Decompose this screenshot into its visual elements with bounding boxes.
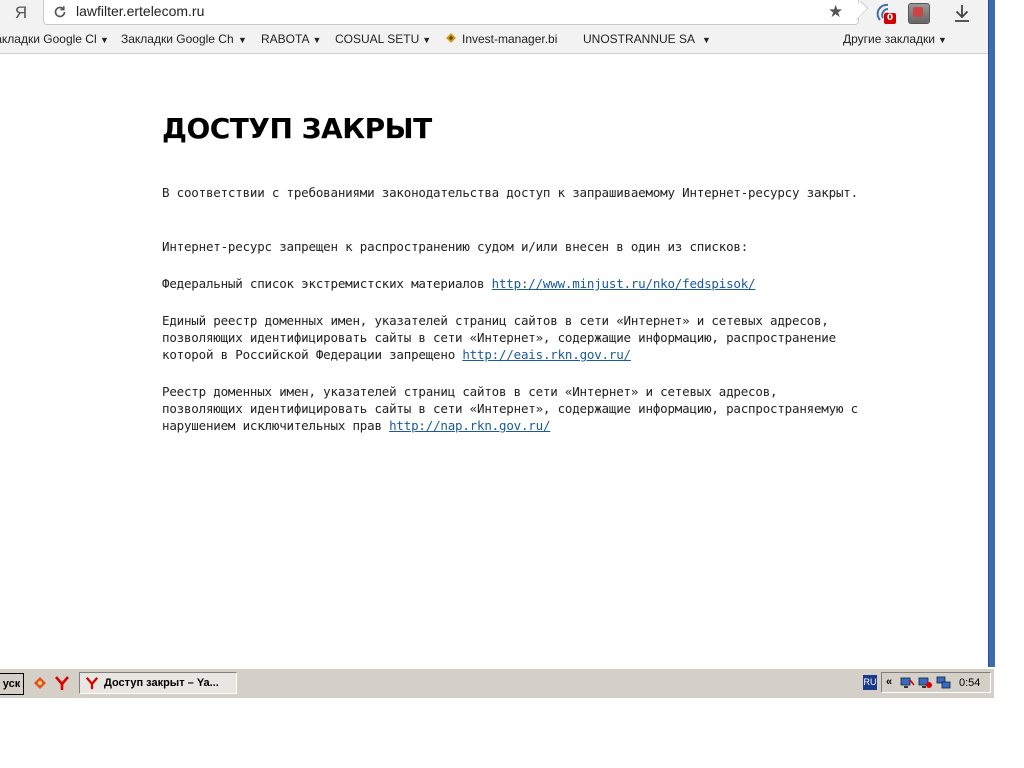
bookmark-star-icon[interactable]: ★ (828, 1, 843, 23)
taskbar: уск Доступ закрыт – Ya... RU « 0:54 (0, 668, 994, 698)
network-icon[interactable] (900, 676, 915, 690)
network-error-icon[interactable] (918, 676, 933, 690)
network-connections-icon[interactable] (936, 676, 951, 690)
bookmark-folder-arrow-1[interactable]: ▼ (235, 32, 247, 46)
browser-toolbar: Я lawfilter.ertelecom.ru ★ 0 Закладки Go… (0, 0, 990, 54)
other-bookmarks[interactable]: Другие закладки ▼ (843, 32, 947, 46)
bookmark-folder[interactable]: RABOTA ▼ (261, 32, 321, 46)
quicklaunch-yandex-browser-icon[interactable] (54, 675, 70, 691)
page-content: ДОСТУП ЗАКРЫТ В соответствии с требовани… (162, 112, 862, 433)
bookmark-folder[interactable]: UNOSTRANNUE SAI (583, 32, 695, 46)
system-tray: RU « 0:54 (861, 672, 992, 694)
clock[interactable]: 0:54 (959, 677, 980, 689)
notification-area: « 0:54 (881, 672, 991, 693)
bookmark-link[interactable]: Invest-manager.bi (445, 32, 568, 46)
address-bar[interactable]: lawfilter.ertelecom.ru ★ (43, 0, 869, 25)
paragraph-lists-intro: Интернет-ресурс запрещен к распространен… (162, 239, 749, 254)
bookmark-favicon-icon (446, 33, 456, 43)
paragraph-domain-registry: Единый реестр доменных имен, указателей … (162, 313, 836, 362)
extension-badge: 0 (884, 13, 896, 24)
link-nap[interactable]: http://nap.rkn.gov.ru/ (389, 418, 550, 433)
quicklaunch-app-icon[interactable] (33, 676, 47, 690)
taskbar-window-label: Доступ закрыт – Ya... (104, 677, 219, 689)
bookmark-folder-arrow-5[interactable]: ▼ (699, 32, 711, 46)
page-title: ДОСТУП ЗАКРЫТ (162, 112, 432, 145)
yandex-logo[interactable]: Я (13, 2, 29, 24)
paragraph-copyright-registry: Реестр доменных имен, указателей страниц… (162, 384, 858, 433)
bookmark-folder[interactable]: Закладки Google Ch (121, 32, 234, 46)
window-frame-edge (988, 0, 995, 667)
paragraph-notice: В соответствии с требованиями законодате… (162, 185, 858, 200)
link-eais[interactable]: http://eais.rkn.gov.ru/ (462, 347, 631, 362)
link-minjust[interactable]: http://www.minjust.ru/nko/fedspisok/ (492, 276, 756, 291)
download-icon[interactable] (952, 2, 972, 24)
bookmark-folder-arrow-0[interactable]: ▼ (97, 32, 109, 46)
url-text[interactable]: lawfilter.ertelecom.ru (76, 3, 204, 19)
bookmark-folder[interactable]: COSUAL SETU ▼ (335, 32, 431, 46)
taskbar-window-button[interactable]: Доступ закрыт – Ya... (79, 672, 237, 694)
extension-icon[interactable] (908, 3, 930, 24)
paragraph-extremist-list: Федеральный список экстремистских матери… (162, 276, 756, 291)
language-indicator[interactable]: RU (863, 675, 877, 690)
address-bar-arrow (848, 0, 869, 21)
start-button[interactable]: уск (0, 673, 24, 695)
bookmarks-bar: Закладки Google Ch ▼ Закладки Google Ch … (0, 29, 990, 51)
tray-expand-arrow[interactable]: « (886, 676, 892, 688)
bookmark-folder[interactable]: Закладки Google Ch (0, 32, 96, 46)
yandex-browser-icon (85, 677, 99, 690)
reload-icon[interactable] (52, 4, 68, 20)
